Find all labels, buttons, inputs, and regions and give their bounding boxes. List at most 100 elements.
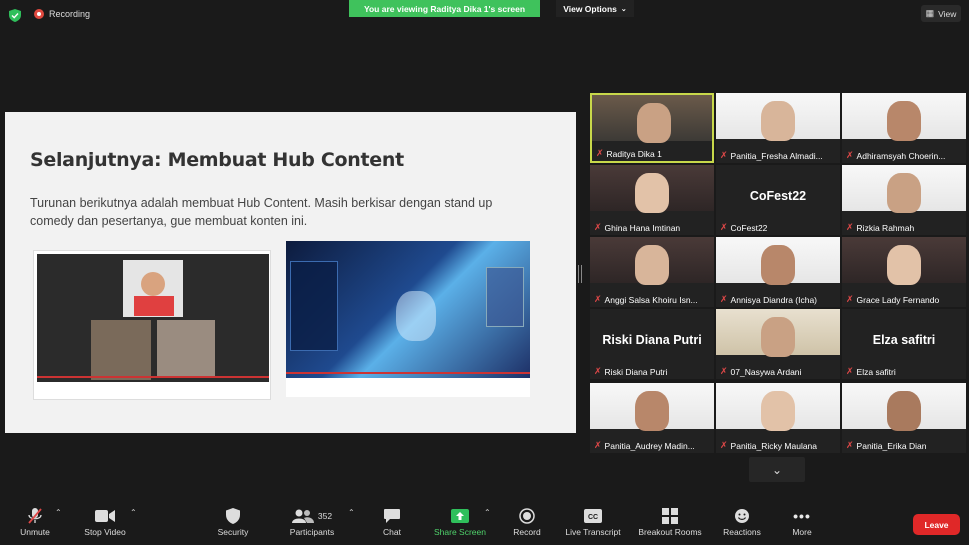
muted-mic-icon: ✗ [596,148,604,158]
security-shield-icon[interactable] [9,9,21,22]
participant-name-label: ✗ Panitia_Audrey Madin... [594,440,695,451]
chevron-down-icon: ⌄ [771,462,783,477]
reactions-label: Reactions [723,526,761,537]
video-frame-image [37,254,269,382]
view-layout-button[interactable]: ▦ View [921,5,961,22]
participant-name: Panitia_Ricky Maulana [730,440,818,451]
security-button[interactable]: Security [210,496,256,545]
participant-tile[interactable]: Riski Diana Putri ✗ Riski Diana Putri [590,309,714,379]
participant-video-person [761,245,795,285]
participants-icon: 352 [291,505,333,527]
participant-name: Ghina Hana Imtinan [604,222,681,233]
participant-video-person [635,391,669,431]
muted-mic-icon: ✗ [720,440,728,450]
view-layout-label: View [938,8,957,19]
share-options-caret-icon[interactable]: ⌃ [484,508,491,517]
recording-icon [34,9,44,19]
chat-button[interactable]: Chat [372,496,412,545]
muted-mic-icon: ✗ [846,222,854,232]
participant-tile[interactable]: ✗ Panitia_Audrey Madin... [590,383,714,453]
participant-name: Riski Diana Putri [604,366,668,377]
breakout-rooms-button[interactable]: Breakout Rooms [634,496,706,545]
more-button[interactable]: ••• More [782,496,822,545]
participant-name-label: ✗ Elza safitri [846,366,896,377]
participant-name: Panitia_Audrey Madin... [604,440,695,451]
participant-tile[interactable]: ✗ Adhiramsyah Choerin... [842,93,966,163]
participants-options-caret-icon[interactable]: ⌃ [348,508,355,517]
participant-display-name: Riski Diana Putri [602,333,702,347]
participant-name-label: ✗ Annisya Diandra (Icha) [720,294,817,305]
muted-mic-icon: ✗ [594,366,602,376]
muted-mic-icon: ✗ [846,366,854,376]
leave-meeting-button[interactable]: Leave [913,514,960,535]
participant-video-person [887,101,921,141]
recording-label: Recording [49,9,91,19]
share-screen-button[interactable]: Share Screen [430,496,490,545]
participant-tile[interactable]: CoFest22 ✗ CoFest22 [716,165,840,235]
record-button[interactable]: Record [506,496,548,545]
participant-display-name: CoFest22 [749,189,807,203]
record-icon [519,505,535,527]
slide-screenshot-game-video [286,241,530,397]
participant-name-label: ✗ Adhiramsyah Choerin... [846,150,945,161]
participant-name: Panitia_Erika Dian [856,440,927,451]
participant-video-person [635,245,669,285]
participant-tile[interactable]: ✗ Ghina Hana Imtinan [590,165,714,235]
muted-mic-icon [27,505,43,527]
muted-mic-icon: ✗ [846,150,854,160]
participant-tile[interactable]: ✗ Panitia_Fresha Almadi... [716,93,840,163]
security-label: Security [217,526,249,537]
participant-name: Raditya Dika 1 [606,148,662,159]
video-options-caret-icon[interactable]: ⌃ [130,508,137,517]
participant-name: Panitia_Fresha Almadi... [730,150,823,161]
breakout-rooms-icon [662,505,678,527]
participant-tile[interactable]: ✗ Panitia_Erika Dian [842,383,966,453]
muted-mic-icon: ✗ [594,440,602,450]
meeting-controls-toolbar: Unmute ⌃ Stop Video ⌃ Security 352 Parti… [0,496,969,545]
view-options-label: View Options [563,3,617,14]
participants-count: 352 [317,510,333,521]
meeting-top-bar: Recording You are viewing Raditya Dika 1… [0,0,969,30]
share-screen-icon [451,505,469,527]
muted-mic-icon: ✗ [720,366,728,376]
participant-name: Rizkia Rahmah [856,222,915,233]
participant-tile[interactable]: ✗ Raditya Dika 1 [590,93,714,163]
audio-options-caret-icon[interactable]: ⌃ [55,508,62,517]
grid-icon: ▦ [925,8,935,18]
stop-video-label: Stop Video [84,526,126,537]
muted-mic-icon: ✗ [720,294,728,304]
participant-video-person [761,391,795,431]
participant-tile[interactable]: ✗ Annisya Diandra (Icha) [716,237,840,307]
participant-name: Anggi Salsa Khoiru Isn... [604,294,698,305]
participant-name-label: ✗ CoFest22 [720,222,767,233]
participant-name-label: ✗ 07_Nasywa Ardani [720,366,801,377]
participants-button[interactable]: 352 Participants [284,496,340,545]
chevron-down-icon: ⌄ [620,5,627,13]
chat-label: Chat [383,526,401,537]
reactions-button[interactable]: Reactions [718,496,766,545]
participant-tile[interactable]: Elza safitri ✗ Elza safitri [842,309,966,379]
recording-indicator[interactable]: Recording [34,9,90,19]
record-label: Record [513,526,541,537]
participant-name-label: ✗ Ghina Hana Imtinan [594,222,680,233]
muted-mic-icon: ✗ [846,440,854,450]
game-frame-image [286,241,530,378]
live-transcript-button[interactable]: CC Live Transcript [560,496,626,545]
participant-name-label: ✗ Rizkia Rahmah [846,222,914,233]
stop-video-button[interactable]: Stop Video [78,496,132,545]
participant-tile[interactable]: ✗ Grace Lady Fernando [842,237,966,307]
more-label: More [792,526,812,537]
participant-name-label: ✗ Panitia_Erika Dian [846,440,926,451]
participant-tile[interactable]: ✗ Panitia_Ricky Maulana [716,383,840,453]
participant-name-label: ✗ Raditya Dika 1 [596,148,662,159]
unmute-button[interactable]: Unmute [12,496,58,545]
muted-mic-icon: ✗ [846,294,854,304]
muted-mic-icon: ✗ [720,150,728,160]
participant-tile[interactable]: ✗ Rizkia Rahmah [842,165,966,235]
live-transcript-label: Live Transcript [565,526,621,537]
panel-resize-handle[interactable] [578,265,582,283]
participant-tile[interactable]: ✗ Anggi Salsa Khoiru Isn... [590,237,714,307]
view-options-button[interactable]: View Options ⌄ [556,0,634,17]
gallery-next-page-button[interactable]: ⌄ [749,457,805,482]
participant-tile[interactable]: ✗ 07_Nasywa Ardani [716,309,840,379]
